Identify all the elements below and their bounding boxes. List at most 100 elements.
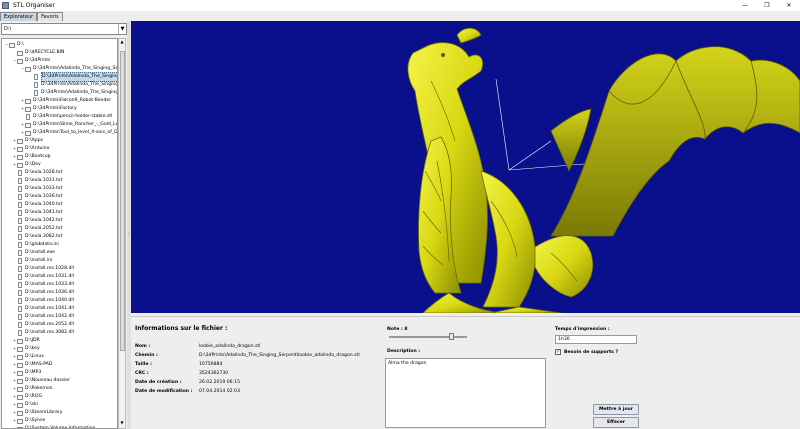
tab-explorateur[interactable]: Explorateur: [0, 12, 38, 21]
tree-item[interactable]: + D:\Bootcup: [12, 153, 51, 161]
tree-item[interactable]: + D:\Linux: [12, 353, 44, 361]
folder-icon: [17, 410, 23, 416]
tree-item[interactable]: D:\install.res.2052.dll: [12, 321, 74, 329]
folder-icon: [17, 402, 23, 408]
tree-item[interactable]: + D:\Sylvie: [12, 417, 45, 425]
tree-item[interactable]: + D:\Pokemon: [12, 385, 53, 393]
file-icon: [18, 266, 22, 272]
tree-item[interactable]: + D:\key: [12, 345, 40, 353]
tree-item[interactable]: + D:\System Volume Information: [12, 425, 96, 429]
tree-item[interactable]: + D:\MP3: [12, 369, 41, 377]
tree-item[interactable]: + D:\3dPrints\Factory: [20, 105, 77, 113]
tree-item[interactable]: D:\install.ini: [12, 257, 52, 265]
maximize-button[interactable]: ❐: [756, 0, 778, 11]
tree-item-label: D:\3dPrints\Adalinda_The_Singing_S: [41, 90, 118, 95]
tree-item[interactable]: D:\install.res.1036.dll: [12, 289, 74, 297]
tree-item[interactable]: + D:\Dev: [12, 161, 41, 169]
tree-item-label: D:\install.res.1040.dll: [25, 298, 74, 303]
tree-item[interactable]: + D:\Arduino: [12, 145, 49, 153]
tree-item-label: D:\Pokemon: [25, 386, 53, 391]
tree-item[interactable]: + D:\SteamLibrary: [12, 409, 63, 417]
dragon-wings: [550, 46, 800, 237]
support-checkbox-row[interactable]: ✓ Besoin de supports ?: [555, 349, 618, 355]
tree-item[interactable]: + D:\JDR: [12, 337, 40, 345]
support-checkbox[interactable]: ✓: [555, 349, 561, 355]
tree-item[interactable]: D:\install.res.1040.dll: [12, 297, 74, 305]
tree-item[interactable]: + D:\ROG: [12, 393, 42, 401]
file-icon: [18, 306, 22, 312]
tree-item[interactable]: D:\eula.1028.txt: [12, 169, 62, 177]
tree-item-label: D:\install.ini: [25, 258, 53, 263]
tree-item[interactable]: D:\3dPrints\Adalinda_The_Singing_S: [28, 72, 117, 82]
file-icon: [18, 242, 22, 248]
scrollbar-thumb[interactable]: [120, 51, 125, 351]
clear-button[interactable]: Effacer: [593, 417, 639, 428]
model-viewer[interactable]: [131, 21, 800, 313]
tree-item[interactable]: D:\install.res.1031.dll: [12, 273, 74, 281]
folder-icon: [17, 386, 23, 392]
tree-item[interactable]: + D:\MAS-PAD: [12, 361, 52, 369]
tree-item-label: D:\Arduino: [25, 146, 50, 151]
tree-item[interactable]: D:\$RECYCLE.BIN: [12, 49, 64, 57]
tree-item[interactable]: D:\eula.1033.txt: [12, 185, 62, 193]
tree-item[interactable]: D:\3dPrints\Adalinda_The_Singing_S: [28, 81, 117, 89]
tree-item[interactable]: D:\install.res.3082.dll: [12, 329, 74, 337]
file-icon: [18, 202, 22, 208]
tree-item[interactable]: + D:\3dPrints\Slime_Rancher_-_Gold_Luc: [20, 121, 117, 129]
close-button[interactable]: ✕: [778, 0, 800, 11]
tree-item[interactable]: D:\3dPrints\pencil-holder-stable.stl: [20, 113, 112, 121]
description-textarea[interactable]: Alma the dragon: [385, 358, 546, 428]
folder-icon: [17, 394, 23, 400]
file-icon: [18, 194, 22, 200]
drive-select[interactable]: D:\ ▼: [1, 23, 127, 35]
tree-item[interactable]: − D:\: [4, 41, 24, 49]
created-value: 26.02.2019 06:15: [199, 380, 241, 385]
file-icon: [18, 250, 22, 256]
tree-item-label: D:\eula.1041.txt: [25, 210, 63, 215]
tree-item[interactable]: D:\eula.1036.txt: [12, 193, 62, 201]
file-icon: [18, 210, 22, 216]
tree-item[interactable]: + D:\Apps: [12, 137, 43, 145]
file-icon: [18, 178, 22, 184]
folder-icon: [25, 106, 31, 112]
scroll-up-icon[interactable]: ▲: [119, 39, 125, 47]
note-slider[interactable]: [389, 336, 467, 338]
folder-icon: [17, 354, 23, 360]
tree-item[interactable]: D:\install.res.1033.dll: [12, 281, 74, 289]
tree-scrollbar[interactable]: ▲ ▼: [118, 38, 126, 429]
tree-item[interactable]: D:\install.res.1028.dll: [12, 265, 74, 273]
note-slider-thumb[interactable]: [449, 333, 455, 340]
tree-item[interactable]: + D:\3dPrints\Falcon9_Robot-Bender: [20, 97, 111, 105]
tree-item[interactable]: + D:\Nouveau dossier: [12, 377, 70, 385]
tree-item[interactable]: D:\install.exe: [12, 249, 55, 257]
tree-item[interactable]: D:\eula.1040.txt: [12, 201, 62, 209]
folder-icon: [17, 138, 23, 144]
tree-item[interactable]: + D:\3dPrints\Tool_to_level_X-axis_of_Dip: [20, 129, 117, 137]
scroll-down-icon[interactable]: ▼: [119, 420, 125, 428]
tree-item-label: D:\3dPrints\pencil-holder-stable.stl: [33, 114, 113, 119]
tree-item[interactable]: − D:\3dPrints: [12, 57, 50, 65]
tree-item[interactable]: D:\eula.3082.txt: [12, 233, 62, 241]
file-icon: [34, 74, 38, 80]
minimize-button[interactable]: —: [734, 0, 756, 11]
tree-item-label: D:\System Volume Information: [25, 426, 96, 429]
chevron-down-icon[interactable]: ▼: [118, 24, 126, 34]
tree-item[interactable]: D:\eula.1041.txt: [12, 209, 62, 217]
tree-item-label: D:\3dPrints\Factory: [33, 106, 77, 111]
info-title: Informations sur le fichier :: [135, 325, 228, 332]
tree-item[interactable]: D:\globdata.ini: [12, 241, 59, 249]
update-button[interactable]: Mettre à jour: [593, 404, 639, 415]
folder-icon: [17, 418, 23, 424]
tree-item[interactable]: D:\eula.2052.txt: [12, 225, 62, 233]
tab-favoris[interactable]: Favoris: [37, 12, 63, 21]
tree-item[interactable]: D:\eula.1031.txt: [12, 177, 62, 185]
splitter-grip-icon[interactable]: ⁝: [128, 231, 130, 237]
tree-item[interactable]: D:\install.res.1041.dll: [12, 305, 74, 313]
tree-item-label: D:\eula.1036.txt: [25, 194, 63, 199]
tree-item[interactable]: D:\install.res.1042.dll: [12, 313, 74, 321]
crc-key: CRC :: [135, 371, 149, 376]
tree-item[interactable]: D:\3dPrints\Adalinda_The_Singing_S: [28, 89, 118, 97]
tree-item[interactable]: + D:\ski: [12, 401, 38, 409]
tree-item[interactable]: D:\eula.1042.txt: [12, 217, 62, 225]
print-time-input[interactable]: 1h30: [555, 335, 637, 344]
